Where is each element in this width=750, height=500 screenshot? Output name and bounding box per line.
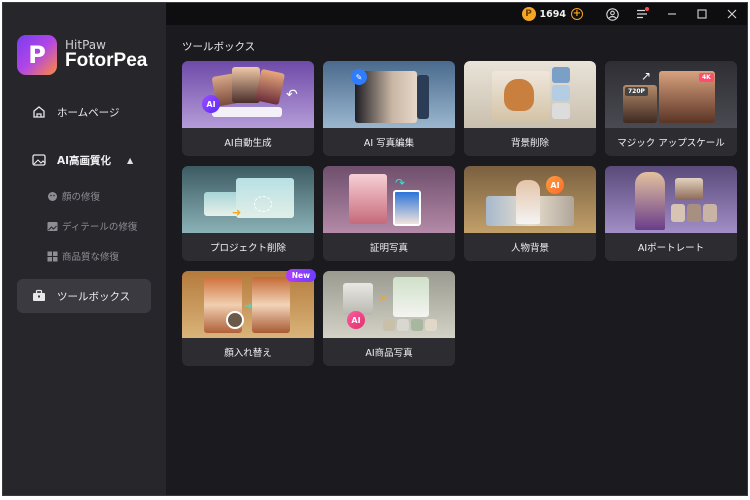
tool-card-label: AI自動生成: [224, 138, 272, 149]
sidebar-subitem-product[interactable]: 商品質な修復: [47, 249, 119, 263]
tool-card-ai-portrait[interactable]: AIポートレート: [605, 166, 737, 261]
sidebar-item-label: ツールボックス: [57, 290, 131, 303]
tool-card-bg-remove[interactable]: 背景削除: [464, 61, 596, 156]
account-icon[interactable]: [597, 3, 627, 25]
arrow-icon: ↷: [395, 176, 406, 190]
tool-card-label: マジック アップスケール: [617, 138, 725, 149]
arrow-icon: ➜: [232, 206, 242, 219]
ai-badge: AI: [202, 95, 220, 113]
sidebar-subitem-face[interactable]: 顔の修復: [47, 189, 100, 203]
arrow-icon: ↗: [377, 293, 387, 306]
tool-card-portrait-bg[interactable]: AI 人物背景: [464, 166, 596, 261]
minimize-button[interactable]: [657, 3, 687, 25]
tool-card-upscale[interactable]: 720P 4K ↗ マジック アップスケール: [605, 61, 737, 156]
sidebar-item-home[interactable]: ホームページ: [17, 95, 151, 129]
sidebar-item-label: ホームページ: [57, 106, 120, 119]
edit-icon: ✎: [351, 69, 367, 85]
sidebar: P HitPaw FotorPea ホームページ AI高画質化 ▲ 顔の修復 デ…: [3, 3, 166, 495]
tool-card-ai-generate[interactable]: ↶ AI AI自動生成: [182, 61, 314, 156]
coin-icon: P: [521, 7, 536, 21]
app-logo: P HitPaw FotorPea: [17, 35, 147, 75]
toolbox-icon: [31, 288, 47, 304]
chevron-up-icon[interactable]: ▲: [127, 156, 133, 165]
tool-card-ai-photo-edit[interactable]: ✎ AI 写真編集: [323, 61, 455, 156]
sidebar-subitem-label: ディテールの修復: [62, 222, 138, 233]
title-bar: P 1694 +: [166, 3, 747, 25]
face-icon: [47, 191, 58, 202]
sidebar-subitem-label: 商品質な修復: [62, 252, 120, 263]
tool-card-label: AI 写真編集: [363, 138, 415, 149]
tool-card-ai-product[interactable]: ↗ AI AI商品写真: [323, 271, 455, 366]
tool-card-label: 証明写真: [369, 243, 408, 254]
image-ai-icon: [31, 152, 47, 168]
arrow-icon: ➜: [244, 301, 253, 312]
product-icon: [47, 251, 58, 262]
tool-card-label: プロジェクト削除: [209, 243, 286, 254]
tool-card-object-remove[interactable]: ➜ プロジェクト削除: [182, 166, 314, 261]
main-content: ツールボックス ↶ AI AI自動生成 ✎ AI 写真編集 背景削除 720P …: [166, 25, 747, 495]
menu-icon[interactable]: [627, 3, 657, 25]
ai-badge: AI: [347, 311, 365, 329]
tool-card-label: 背景削除: [510, 138, 549, 149]
tool-card-id-photo[interactable]: ↷ 証明写真: [323, 166, 455, 261]
tool-card-label: 顔入れ替え: [224, 348, 272, 359]
image-icon: [47, 221, 58, 232]
ai-badge: AI: [546, 176, 564, 194]
tool-card-label: AI商品写真: [365, 348, 413, 359]
fotorpea-logo-icon: P: [17, 35, 57, 75]
sidebar-item-toolbox[interactable]: ツールボックス: [17, 279, 151, 313]
sidebar-subitem-label: 顔の修復: [62, 192, 101, 203]
coin-balance[interactable]: P 1694 +: [521, 7, 583, 21]
brand-main: FotorPea: [65, 50, 148, 72]
4k-badge: 4K: [699, 73, 714, 82]
page-title: ツールボックス: [182, 41, 256, 53]
sidebar-item-ai-quality[interactable]: AI高画質化 ▲: [17, 143, 151, 177]
home-icon: [31, 104, 47, 120]
720p-badge: 720P: [625, 87, 648, 96]
tool-card-label: 人物背景: [510, 243, 549, 254]
maximize-button[interactable]: [687, 3, 717, 25]
tool-card-label: AIポートレート: [637, 243, 705, 254]
tool-card-face-swap[interactable]: ➜ New 顔入れ替え: [182, 269, 316, 366]
arrow-icon: ↗: [641, 69, 652, 83]
sidebar-item-label: AI高画質化: [57, 154, 112, 167]
new-badge: New: [285, 269, 316, 282]
app-window: P HitPaw FotorPea ホームページ AI高画質化 ▲ 顔の修復 デ…: [2, 2, 748, 496]
coin-count: 1694: [539, 8, 566, 20]
close-button[interactable]: [717, 3, 747, 25]
add-coin-button[interactable]: +: [571, 8, 583, 20]
notification-dot-icon: [645, 7, 649, 11]
sidebar-subitem-detail[interactable]: ディテールの修復: [47, 219, 137, 233]
